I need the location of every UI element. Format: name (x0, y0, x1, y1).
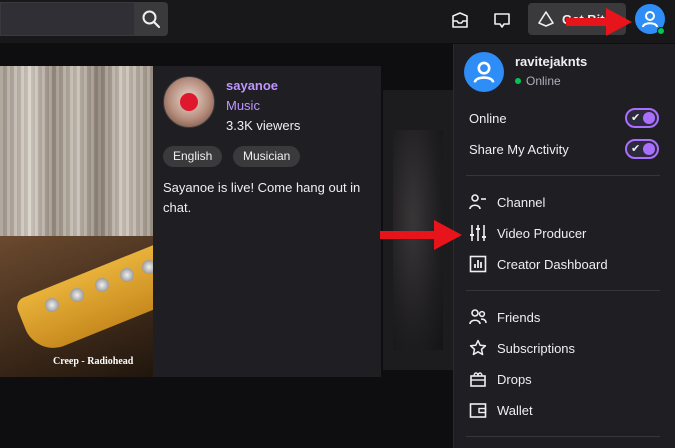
whispers-icon (494, 13, 510, 28)
menu-item-label: Drops (497, 371, 532, 387)
toggle-row-share-activity: Share My Activity ✔ (469, 138, 659, 160)
menu-status: Online (515, 74, 561, 88)
menu-item-label: Wallet (497, 402, 533, 418)
check-icon: ✔ (631, 112, 641, 124)
menu-status-label: Online (526, 74, 561, 88)
toggle-label-online: Online (469, 110, 507, 126)
menu-item-label: Channel (497, 194, 546, 210)
thumbnail-caption: Creep - Radiohead (53, 356, 134, 367)
menu-item-friends[interactable]: Friends (469, 305, 659, 329)
menu-item-channel[interactable]: Channel (469, 190, 659, 214)
stream-description: Sayanoe is live! Come hang out in chat. (163, 180, 361, 215)
user-icon (473, 61, 495, 83)
wallet-icon (469, 403, 487, 418)
drops-icon (470, 372, 486, 387)
stream-category[interactable]: Music (226, 98, 260, 113)
streamer-name[interactable]: sayanoe (226, 78, 278, 93)
menu-item-label: Subscriptions (497, 340, 576, 356)
online-dot-icon (515, 78, 521, 84)
menu-item-drops[interactable]: Drops (469, 367, 659, 391)
sliders-icon (470, 225, 486, 241)
viewer-count: 3.3K viewers (226, 118, 301, 133)
menu-item-label: Video Producer (497, 225, 587, 241)
tag-english[interactable]: English (163, 146, 223, 167)
menu-username: ravitejaknts (515, 54, 588, 69)
menu-item-wallet[interactable]: Wallet (469, 398, 659, 422)
menu-divider (466, 290, 660, 291)
menu-divider (466, 175, 660, 176)
toggle-label-share-activity: Share My Activity (469, 141, 569, 157)
menu-divider (466, 436, 660, 437)
toggle-row-online: Online ✔ (469, 107, 659, 129)
search-input[interactable] (0, 2, 134, 36)
search-button[interactable] (134, 2, 168, 36)
page-background (0, 44, 455, 64)
channel-icon (469, 194, 486, 210)
dashboard-icon (469, 255, 487, 273)
online-indicator (657, 27, 665, 35)
online-toggle[interactable]: ✔ (625, 108, 659, 128)
whispers-button[interactable] (487, 6, 517, 36)
friends-icon (469, 309, 487, 325)
annotation-arrow-video-producer (380, 220, 462, 250)
star-icon (469, 339, 487, 356)
streamer-avatar[interactable] (163, 76, 215, 128)
stream-preview-card[interactable]: Creep - Radiohead sayanoe Music 3.3K vie… (0, 66, 381, 377)
check-icon: ✔ (631, 143, 641, 155)
inbox-button[interactable] (445, 6, 475, 36)
search-icon (142, 10, 161, 29)
user-menu-dropdown: ravitejaknts Online Online ✔ Share My Ac… (453, 44, 675, 448)
menu-item-label: Friends (497, 309, 541, 325)
menu-item-creator-dashboard[interactable]: Creator Dashboard (469, 252, 659, 276)
menu-item-subscriptions[interactable]: Subscriptions (469, 336, 659, 360)
menu-user-avatar (464, 52, 504, 92)
annotation-arrow-top (566, 8, 632, 36)
stream-thumbnail[interactable]: Creep - Radiohead (0, 66, 153, 377)
menu-item-label: Creator Dashboard (497, 256, 608, 272)
user-icon (642, 11, 658, 28)
menu-item-video-producer[interactable]: Video Producer (469, 221, 659, 245)
tag-musician[interactable]: Musician (233, 146, 301, 167)
inbox-icon (452, 12, 468, 28)
share-activity-toggle[interactable]: ✔ (625, 139, 659, 159)
bits-icon (538, 11, 554, 27)
